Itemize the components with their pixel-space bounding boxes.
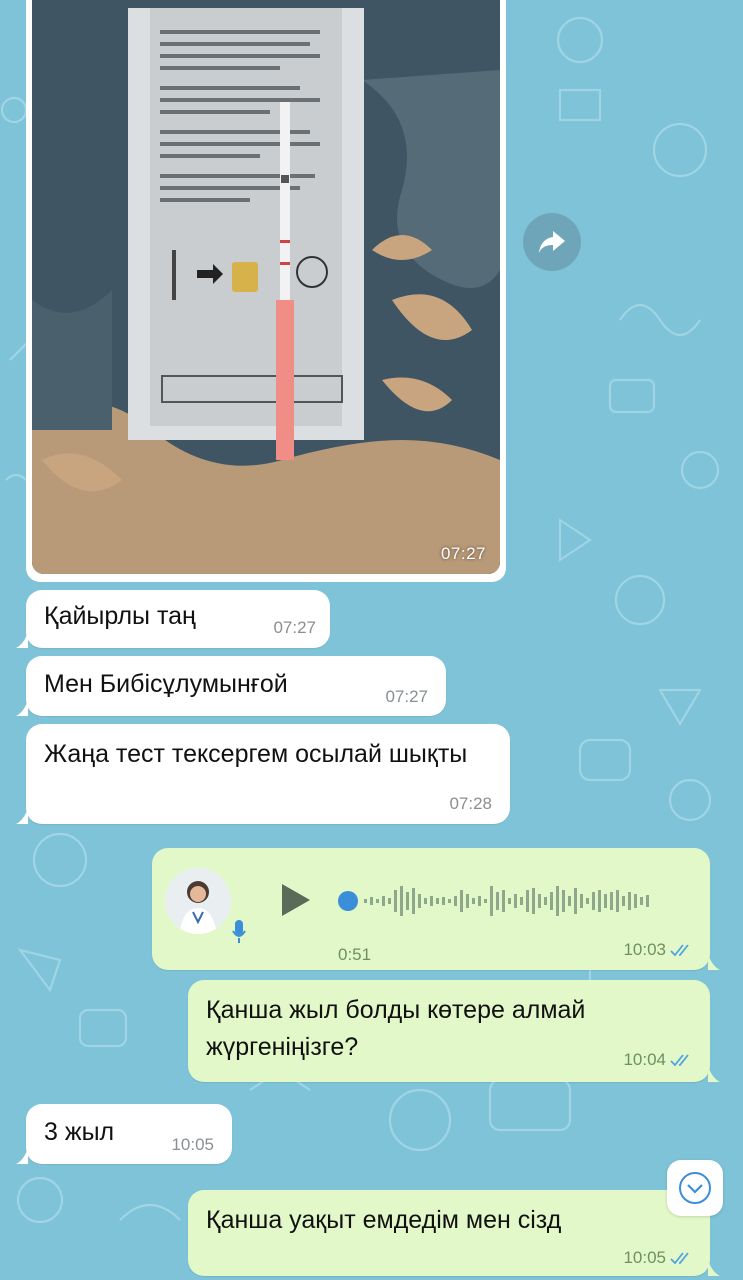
message-time: 07:27 — [273, 618, 316, 637]
photo-message[interactable]: 07:27 — [26, 0, 506, 582]
message-time: 10:05 — [171, 1135, 214, 1154]
message-incoming[interactable]: Мен Бибісұлумынғой 07:27 — [16, 656, 446, 716]
message-incoming[interactable]: Қайырлы таң 07:27 — [16, 590, 330, 648]
message-outgoing[interactable]: Қанша жыл болды көтере алмай жүргеніңізг… — [188, 980, 720, 1082]
photo-timestamp: 07:27 — [440, 544, 486, 563]
sender-avatar — [165, 868, 231, 934]
voice-duration: 0:51 — [338, 945, 372, 964]
message-text: Қанша уақыт емдедім мен сізд — [206, 1206, 562, 1234]
message-incoming[interactable]: Жаңа тест тексергем осылай шықты 07:28 — [16, 724, 510, 824]
message-time: 10:03 — [623, 940, 692, 960]
message-text: Мен Бибісұлумынғой — [44, 670, 288, 698]
voice-waveform[interactable] — [336, 878, 676, 935]
message-time-text: 10:03 — [623, 940, 666, 959]
message-time: 07:28 — [449, 794, 492, 813]
scroll-to-bottom-button[interactable] — [667, 1160, 723, 1216]
forward-icon — [539, 231, 565, 253]
message-time-text: 10:04 — [623, 1050, 666, 1069]
pregnancy-test-photo[interactable]: 07:27 — [32, 0, 500, 574]
message-time: 10:04 — [623, 1050, 692, 1070]
message-incoming[interactable]: 3 жыл 10:05 — [16, 1104, 232, 1164]
double-check-icon — [670, 944, 689, 957]
double-check-icon — [670, 1054, 689, 1067]
forward-button[interactable] — [523, 213, 581, 271]
voice-message-outgoing[interactable]: 0:51 10:03 — [152, 848, 720, 970]
message-outgoing[interactable]: Қанша уақыт емдедім мен сізд 10:05 — [188, 1190, 720, 1276]
message-time: 07:27 — [385, 687, 428, 706]
message-text: Жаңа тест тексергем осылай шықты — [44, 740, 468, 768]
double-check-icon — [670, 1252, 689, 1265]
message-time-text: 10:05 — [623, 1248, 666, 1267]
microphone-icon — [232, 918, 246, 955]
message-text: 3 жыл — [44, 1118, 115, 1146]
chevron-down-icon — [679, 1172, 711, 1204]
message-time: 10:05 — [623, 1248, 692, 1268]
message-text: Қайырлы таң — [44, 602, 196, 630]
message-text: Қанша жыл болды көтере алмай жүргеніңізг… — [206, 996, 586, 1061]
play-icon[interactable] — [278, 882, 312, 929]
